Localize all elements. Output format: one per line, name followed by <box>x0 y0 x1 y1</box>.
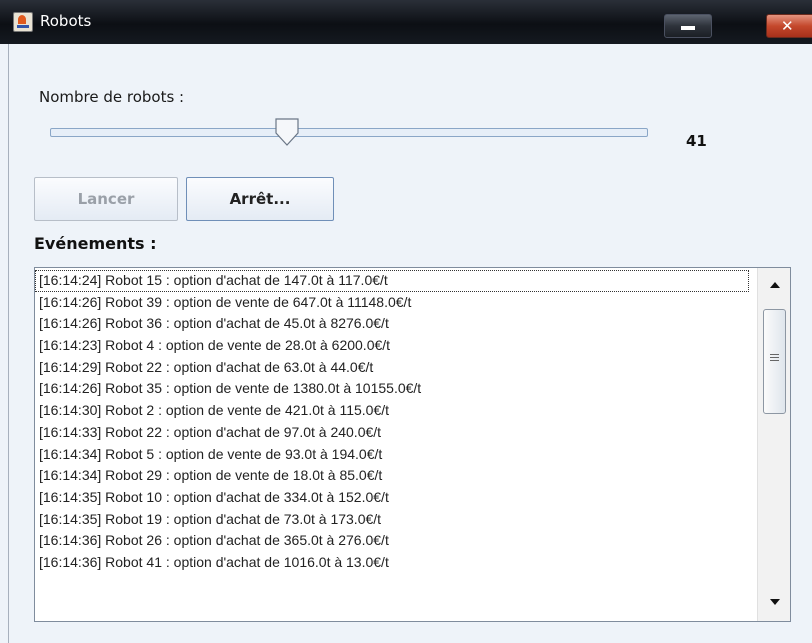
events-label: Evénements : <box>34 234 157 253</box>
event-list-item[interactable]: [16:14:23] Robot 4 : option de vente de … <box>35 335 757 357</box>
event-list-item[interactable]: [16:14:35] Robot 19 : option d'achat de … <box>35 509 757 531</box>
event-list-item[interactable]: [16:14:24] Robot 15 : option d'achat de … <box>35 270 749 292</box>
event-list-item[interactable]: [16:14:26] Robot 35 : option de vente de… <box>35 378 757 400</box>
event-list-item[interactable]: [16:14:36] Robot 26 : option d'achat de … <box>35 530 757 552</box>
launch-button[interactable]: Lancer <box>34 177 178 221</box>
event-list-item[interactable]: [16:14:33] Robot 22 : option d'achat de … <box>35 422 757 444</box>
slider-value: 41 <box>686 132 707 150</box>
robot-count-slider-thumb[interactable] <box>274 117 300 147</box>
events-rows: [16:14:24] Robot 15 : option d'achat de … <box>35 270 757 574</box>
java-app-icon <box>13 12 33 32</box>
event-list-item[interactable]: [16:14:26] Robot 36 : option d'achat de … <box>35 313 757 335</box>
events-list[interactable]: [16:14:24] Robot 15 : option d'achat de … <box>34 267 791 622</box>
event-list-item[interactable]: [16:14:34] Robot 5 : option de vente de … <box>35 444 757 466</box>
minimize-icon <box>681 26 695 30</box>
event-list-item[interactable]: [16:14:26] Robot 39 : option de vente de… <box>35 292 757 314</box>
event-list-item[interactable]: [16:14:29] Robot 22 : option d'achat de … <box>35 357 757 379</box>
robots-window: Robots ✕ Nombre de robots : 41 Lancer Ar… <box>0 0 812 643</box>
window-title: Robots <box>40 12 92 30</box>
close-button[interactable]: ✕ <box>766 14 812 38</box>
minimize-button[interactable] <box>664 14 712 38</box>
scrollbar-thumb[interactable] <box>763 309 786 414</box>
events-scrollbar[interactable] <box>757 268 790 621</box>
robot-count-slider-track[interactable] <box>50 128 648 137</box>
event-list-item[interactable]: [16:14:36] Robot 41 : option d'achat de … <box>35 552 757 574</box>
grip-icon <box>770 354 779 355</box>
stop-button[interactable]: Arrêt... <box>186 177 334 221</box>
title-bar[interactable]: Robots ✕ <box>0 0 812 44</box>
scroll-down-arrow-icon[interactable] <box>770 599 780 605</box>
event-list-item[interactable]: [16:14:34] Robot 29 : option de vente de… <box>35 465 757 487</box>
close-icon: ✕ <box>781 17 794 35</box>
event-list-item[interactable]: [16:14:30] Robot 2 : option de vente de … <box>35 400 757 422</box>
event-list-item[interactable]: [16:14:35] Robot 10 : option d'achat de … <box>35 487 757 509</box>
robot-count-label: Nombre de robots : <box>39 88 185 106</box>
scroll-up-arrow-icon[interactable] <box>770 282 780 288</box>
